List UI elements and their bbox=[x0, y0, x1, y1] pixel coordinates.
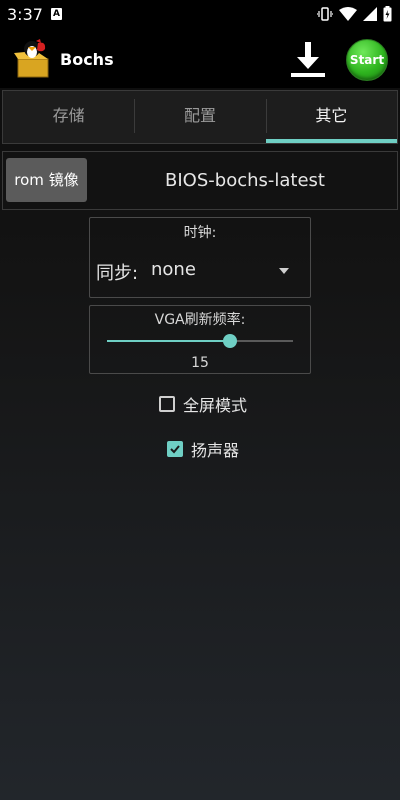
fullscreen-option[interactable]: 全屏模式 bbox=[159, 392, 247, 416]
rom-image-row: rom 镜像 BIOS-bochs-latest bbox=[2, 151, 398, 210]
battery-icon bbox=[383, 6, 392, 22]
status-time: 3:37 bbox=[7, 5, 43, 24]
notification-icon: A bbox=[51, 8, 62, 20]
status-icons bbox=[317, 6, 392, 22]
action-bar: Bochs Start bbox=[0, 30, 400, 88]
wifi-icon bbox=[339, 7, 357, 21]
vga-refresh-title: VGA刷新频率: bbox=[154, 312, 246, 328]
slider-thumb[interactable] bbox=[222, 334, 237, 348]
rom-image-button[interactable]: rom 镜像 bbox=[6, 158, 87, 202]
checkmark-icon bbox=[170, 445, 180, 454]
vibrate-icon bbox=[317, 7, 333, 21]
sync-dropdown[interactable]: none bbox=[151, 259, 196, 280]
vga-refresh-section: VGA刷新频率: 15 bbox=[89, 305, 311, 374]
clock-section: 时钟: 同步: none bbox=[89, 217, 311, 298]
start-button[interactable]: Start bbox=[346, 39, 388, 81]
app-title: Bochs bbox=[60, 50, 114, 69]
vga-refresh-value: 15 bbox=[191, 355, 209, 371]
speaker-label: 扬声器 bbox=[191, 441, 240, 460]
speaker-checkbox[interactable] bbox=[167, 441, 183, 457]
download-button[interactable] bbox=[288, 38, 328, 80]
fullscreen-label: 全屏模式 bbox=[183, 396, 248, 415]
dropdown-arrow-icon[interactable] bbox=[279, 268, 289, 274]
signal-icon bbox=[363, 7, 377, 21]
vga-refresh-slider[interactable] bbox=[107, 334, 293, 348]
tab-config[interactable]: 配置 bbox=[134, 91, 265, 143]
bochs-logo-icon bbox=[14, 39, 49, 78]
tab-other[interactable]: 其它 bbox=[265, 91, 398, 143]
fullscreen-checkbox[interactable] bbox=[159, 396, 175, 412]
clock-title: 时钟: bbox=[183, 225, 217, 241]
tab-bar: 存储 配置 其它 bbox=[2, 90, 398, 144]
slider-fill bbox=[107, 340, 230, 342]
status-bar: 3:37 A bbox=[0, 0, 400, 30]
tab-storage[interactable]: 存储 bbox=[3, 91, 134, 143]
speaker-option[interactable]: 扬声器 bbox=[167, 437, 239, 461]
sync-label: 同步: bbox=[96, 263, 139, 284]
rom-image-value: BIOS-bochs-latest bbox=[165, 170, 325, 191]
